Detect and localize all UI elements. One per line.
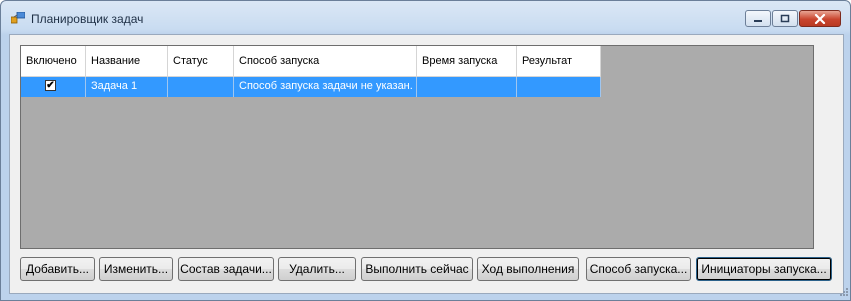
enabled-checkbox[interactable]: ✔ bbox=[45, 80, 56, 91]
edit-button[interactable]: Изменить... bbox=[99, 257, 173, 281]
maximize-button[interactable] bbox=[772, 10, 798, 27]
resize-grip-icon[interactable] bbox=[837, 287, 849, 299]
close-button[interactable] bbox=[799, 10, 841, 27]
add-button[interactable]: Добавить... bbox=[20, 257, 95, 281]
minimize-button[interactable] bbox=[745, 10, 771, 27]
column-header-enabled[interactable]: Включено bbox=[21, 46, 86, 77]
column-header-launch-time[interactable]: Время запуска bbox=[417, 46, 517, 77]
tasks-grid[interactable]: Включено Название Статус Способ запуска … bbox=[20, 45, 814, 249]
column-header-name[interactable]: Название bbox=[86, 46, 168, 77]
cell-launch-method[interactable]: Способ запуска задачи не указан. bbox=[234, 77, 417, 97]
title-bar[interactable]: Планировщик задач bbox=[1, 1, 850, 33]
run-now-button[interactable]: Выполнить сейчас bbox=[361, 257, 473, 281]
app-icon bbox=[11, 12, 25, 24]
column-header-status[interactable]: Статус bbox=[168, 46, 234, 77]
task-composition-button[interactable]: Состав задачи... bbox=[178, 257, 274, 281]
column-header-launch-method[interactable]: Способ запуска bbox=[234, 46, 417, 77]
minimize-icon bbox=[754, 19, 762, 22]
column-header-result[interactable]: Результат bbox=[517, 46, 601, 77]
launch-initiators-button[interactable]: Инициаторы запуска... bbox=[696, 257, 832, 281]
window-title: Планировщик задач bbox=[31, 12, 144, 26]
delete-button[interactable]: Удалить... bbox=[278, 257, 356, 281]
main-window: Планировщик задач Включено Название Стат… bbox=[0, 0, 851, 301]
close-icon bbox=[814, 13, 826, 24]
cell-launch-time[interactable] bbox=[417, 77, 517, 97]
progress-button[interactable]: Ход выполнения bbox=[477, 257, 579, 281]
cell-status[interactable] bbox=[168, 77, 234, 97]
launch-method-button[interactable]: Способ запуска... bbox=[586, 257, 691, 281]
cell-enabled: ✔ bbox=[21, 77, 86, 97]
cell-result[interactable] bbox=[517, 77, 601, 97]
maximize-icon bbox=[780, 14, 790, 23]
client-area: Включено Название Статус Способ запуска … bbox=[9, 34, 844, 294]
cell-name[interactable]: Задача 1 bbox=[86, 77, 168, 97]
